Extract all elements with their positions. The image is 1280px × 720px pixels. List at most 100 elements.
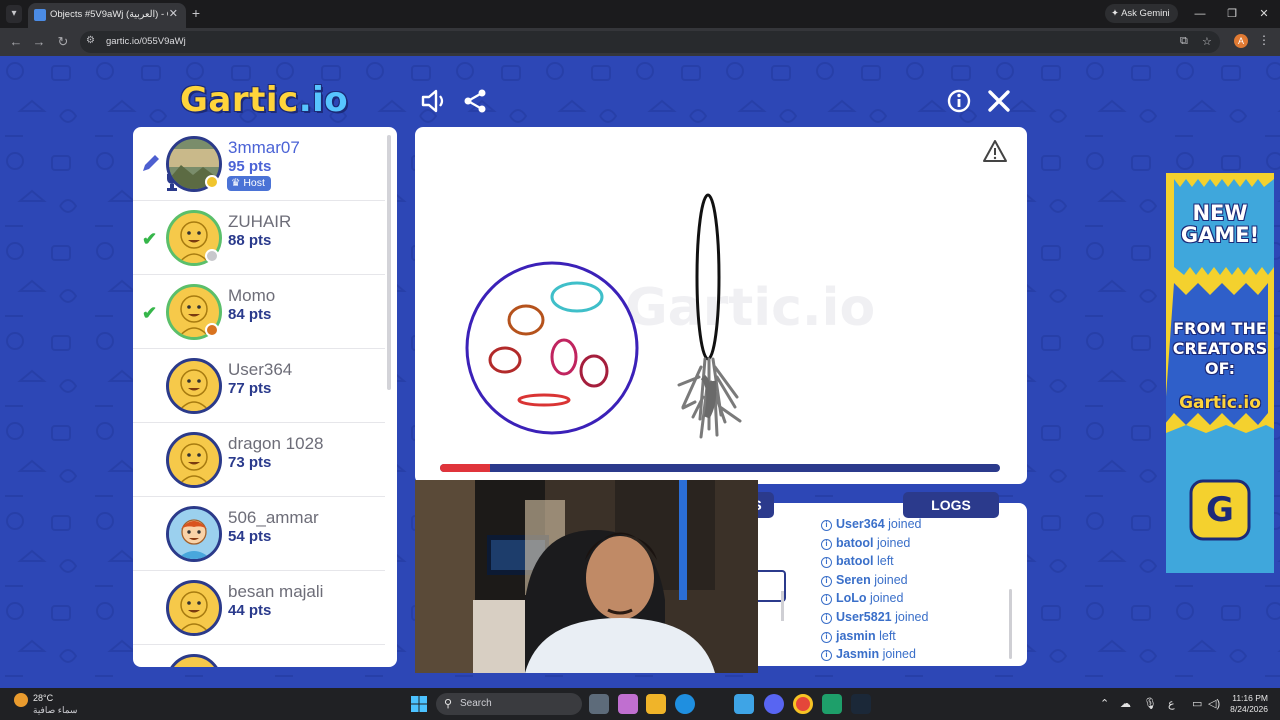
weather-condition: سماء صافية bbox=[33, 705, 78, 715]
site-info-icon[interactable]: ⚙ bbox=[86, 35, 95, 46]
player-row[interactable]: User364 77 pts bbox=[133, 349, 385, 423]
mail-icon[interactable] bbox=[734, 694, 754, 714]
profile-avatar[interactable]: A bbox=[1234, 34, 1248, 48]
log-user: User5821 bbox=[836, 609, 892, 624]
boy-avatar-face-icon bbox=[169, 509, 219, 559]
player-row-partial[interactable] bbox=[133, 645, 385, 667]
answers-scrollbar[interactable] bbox=[781, 591, 784, 621]
exit-icon[interactable] bbox=[984, 86, 1014, 116]
keyboard-language[interactable]: ع bbox=[1168, 697, 1175, 710]
logo-suffix: .io bbox=[298, 80, 349, 120]
player-row[interactable]: ✔ Momo 84 pts bbox=[133, 275, 385, 349]
gartic-logo[interactable]: Gartic.io bbox=[180, 80, 348, 120]
search-label: Search bbox=[460, 698, 492, 709]
player-row[interactable]: ✔ ZUHAIR 88 pts bbox=[133, 201, 385, 275]
copilot-icon[interactable] bbox=[618, 694, 638, 714]
player-row[interactable]: 506_ammar 54 pts bbox=[133, 497, 385, 571]
info-icon: i bbox=[821, 520, 832, 531]
info-icon: i bbox=[821, 575, 832, 587]
info-icon: i bbox=[821, 557, 832, 569]
log-action: joined bbox=[895, 609, 929, 624]
browser-tab-active[interactable]: Objects #5V9aWj (العربية) - Gar ✕ bbox=[28, 3, 186, 28]
player-points: 77 pts bbox=[228, 380, 272, 397]
info-icon[interactable] bbox=[944, 86, 974, 116]
browser-menu-icon[interactable]: ⋮ bbox=[1258, 33, 1270, 47]
player-row[interactable]: dragon 1028 73 pts bbox=[133, 423, 385, 497]
bookmark-star-icon[interactable]: ☆ bbox=[1202, 35, 1212, 48]
onedrive-icon[interactable]: ☁ bbox=[1120, 697, 1131, 710]
reload-icon[interactable]: ↻ bbox=[55, 34, 71, 50]
guessed-check-icon: ✔ bbox=[142, 303, 158, 323]
webcam-overlay bbox=[415, 480, 758, 673]
install-app-icon[interactable]: ⧉ bbox=[1180, 35, 1188, 48]
player-points: 44 pts bbox=[228, 602, 272, 619]
tray-chevron-icon[interactable]: ⌃ bbox=[1100, 697, 1109, 710]
log-user: Seren bbox=[836, 572, 871, 587]
weather-temperature: 28°C bbox=[33, 693, 54, 703]
default-avatar-face-icon bbox=[178, 443, 210, 485]
close-window-button[interactable]: ✕ bbox=[1248, 0, 1280, 28]
player-name: ZUHAIR bbox=[228, 212, 292, 231]
player-row[interactable]: besan majali 44 pts bbox=[133, 571, 385, 645]
ad-banner[interactable]: G NEW GAME! FROM THE CREATORS OF: Gartic… bbox=[1166, 173, 1274, 573]
tab-search-button[interactable]: ▾ bbox=[6, 5, 22, 23]
search-icon: ⚲ bbox=[444, 698, 453, 710]
app-icon[interactable] bbox=[822, 694, 842, 714]
log-entry: i Seren joined bbox=[821, 573, 1021, 592]
sound-icon[interactable] bbox=[419, 86, 449, 116]
network-icon[interactable]: ▭ bbox=[1192, 697, 1202, 710]
player-points: 84 pts bbox=[228, 306, 272, 323]
guessed-check-icon: ✔ bbox=[142, 229, 158, 249]
report-warning-icon[interactable] bbox=[982, 139, 1008, 163]
info-icon: i bbox=[821, 538, 832, 550]
player-points: 73 pts bbox=[228, 454, 272, 471]
clock-date: 8/24/2026 bbox=[1230, 704, 1268, 714]
tab-title: Objects #5V9aWj (العربية) - Gar bbox=[50, 9, 168, 20]
volume-icon[interactable]: ◁) bbox=[1208, 697, 1220, 710]
weather-icon[interactable] bbox=[14, 693, 28, 707]
logs-scrollbar[interactable] bbox=[1009, 589, 1012, 659]
clock-time: 11:16 PM bbox=[1232, 693, 1268, 703]
windows-taskbar: 28°C سماء صافية ⚲ Search ⌃ ☁ 🎙 ع ▭ ◁) 11… bbox=[0, 688, 1280, 720]
task-view-icon[interactable] bbox=[589, 694, 609, 714]
steam-icon[interactable] bbox=[851, 694, 871, 714]
host-badge-label: Host bbox=[243, 177, 265, 189]
minimize-button[interactable]: — bbox=[1184, 0, 1216, 28]
share-icon[interactable] bbox=[460, 86, 490, 116]
system-clock[interactable]: 11:16 PM 8/24/2026 bbox=[1228, 693, 1268, 715]
host-badge: ♛ Host bbox=[227, 176, 271, 191]
player-name: User364 bbox=[228, 360, 293, 379]
player-points: 95 pts bbox=[228, 158, 272, 175]
back-icon[interactable]: ← bbox=[8, 34, 24, 50]
ad-brand: Gartic.io bbox=[1179, 393, 1261, 413]
info-icon: i bbox=[821, 650, 832, 662]
log-action: joined bbox=[888, 517, 922, 531]
discord-icon[interactable] bbox=[764, 694, 784, 714]
ask-gemini-button[interactable]: ✦ Ask Gemini bbox=[1105, 4, 1178, 23]
microphone-icon[interactable]: 🎙 bbox=[1143, 697, 1157, 710]
player-row[interactable]: 3mmar07 95 pts ♛ Host bbox=[133, 127, 385, 201]
player-name: Momo bbox=[228, 286, 276, 305]
edge-icon[interactable] bbox=[675, 694, 695, 714]
log-user: batool bbox=[836, 554, 874, 569]
avatar bbox=[166, 506, 222, 562]
drawing-canvas[interactable]: Gartic.io bbox=[415, 127, 1027, 484]
tab-close-icon[interactable]: ✕ bbox=[169, 7, 178, 20]
tab-logs[interactable]: LOGS bbox=[903, 492, 999, 518]
file-explorer-icon[interactable] bbox=[646, 694, 666, 714]
level-dot bbox=[205, 323, 219, 337]
log-entry: i batool joined bbox=[821, 536, 1021, 555]
players-scrollbar[interactable] bbox=[387, 135, 391, 390]
forward-icon[interactable]: → bbox=[31, 34, 47, 50]
taskbar-search[interactable]: ⚲ Search bbox=[436, 693, 582, 715]
chrome-icon[interactable] bbox=[793, 694, 813, 714]
maximize-button[interactable]: ❐ bbox=[1216, 0, 1248, 28]
log-action: left bbox=[879, 628, 896, 643]
player-points: 88 pts bbox=[228, 232, 272, 249]
log-entry: i User5821 joined bbox=[821, 610, 1021, 629]
new-tab-button[interactable]: + bbox=[188, 4, 204, 22]
player-points: 54 pts bbox=[228, 528, 272, 545]
windows-start-icon[interactable] bbox=[411, 696, 427, 712]
log-entry: i batool left bbox=[821, 554, 1021, 573]
address-bar[interactable]: ⚙ gartic.io/055V9aWj bbox=[80, 31, 1220, 53]
